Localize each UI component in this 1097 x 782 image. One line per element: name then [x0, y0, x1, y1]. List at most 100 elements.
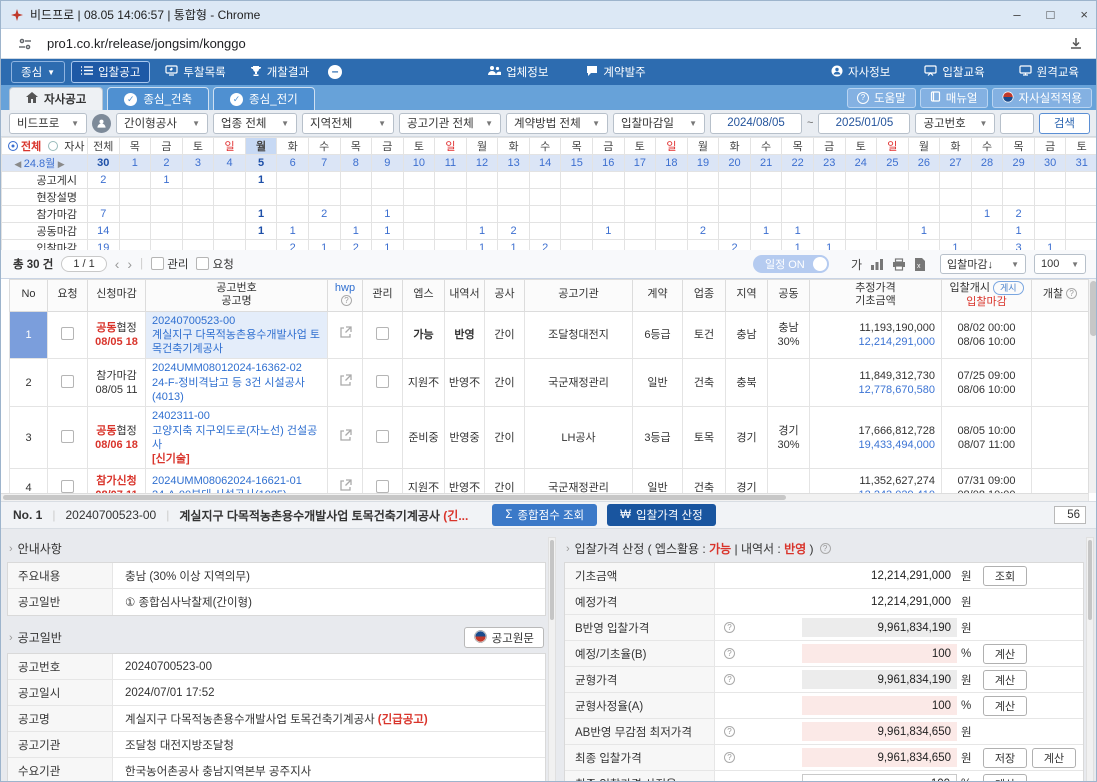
help-icon[interactable]: ?	[724, 726, 735, 737]
region-select[interactable]: 지역전체▼	[302, 113, 394, 134]
apply-performance-button[interactable]: 자사실적적용	[992, 88, 1092, 108]
row-number-cell[interactable]: 3	[10, 407, 48, 469]
day-cell[interactable]: 18	[656, 155, 688, 172]
request-checkbox[interactable]: 요청	[196, 256, 233, 272]
tab-own-notice[interactable]: 자사공고	[9, 87, 103, 110]
help-button[interactable]: ? 도움말	[847, 88, 916, 108]
column-header[interactable]: 개찰?	[1032, 280, 1089, 312]
day-cell[interactable]: 4	[214, 155, 246, 172]
nav-company-info[interactable]: 업체정보	[478, 62, 557, 82]
price-value-box[interactable]: 9,961,834,650	[802, 748, 957, 767]
day-cell[interactable]: 21	[750, 155, 782, 172]
day-cell[interactable]: 19	[687, 155, 719, 172]
maximize-button[interactable]: □	[1047, 7, 1055, 22]
price-action-button[interactable]: 계산	[1032, 748, 1076, 768]
month-nav[interactable]: ◀ 24.8월 ▶	[2, 155, 88, 172]
column-header[interactable]: 신청마감	[88, 280, 146, 312]
search-field-select[interactable]: 공고번호▼	[915, 113, 995, 134]
hwp-cell[interactable]	[328, 311, 363, 359]
manage-cell[interactable]	[363, 311, 403, 359]
day-cell[interactable]: 27	[940, 155, 972, 172]
source-select[interactable]: 비드프로▼	[9, 113, 87, 134]
horizontal-scrollbar[interactable]	[1, 493, 1088, 501]
day-cell[interactable]: 16	[593, 155, 625, 172]
day-cell[interactable]: 8	[340, 155, 372, 172]
manage-checkbox[interactable]	[376, 375, 389, 388]
notice-name-cell[interactable]: 20240700523-00계실지구 다목적농촌용수개발사업 토목건축기계공사	[146, 311, 328, 359]
day-cell[interactable]: 28	[971, 155, 1003, 172]
row-checkbox[interactable]	[61, 480, 74, 493]
user-filter-icon[interactable]	[92, 114, 111, 133]
column-header[interactable]: 지역	[726, 280, 768, 312]
radio-all[interactable]	[8, 141, 18, 151]
source-document-button[interactable]: 공고원문	[464, 627, 544, 648]
manage-checkbox[interactable]	[376, 327, 389, 340]
tab-jongsim-electric[interactable]: ✓ 종심_전기	[213, 87, 315, 110]
day-cell[interactable]: 17	[624, 155, 656, 172]
contract-method-select[interactable]: 계약방법 전체▼	[506, 113, 608, 134]
notice-name-cell[interactable]: 2402311-00고양지축 지구외도로(자노선) 건설공사[신기술]	[146, 407, 328, 469]
column-header[interactable]: 입찰개시게시입찰마감	[942, 280, 1032, 312]
column-header[interactable]: 업종	[683, 280, 726, 312]
notice-name-cell[interactable]: 2024UMM08012024-16362-0224-F-정비격납고 등 3건 …	[146, 359, 328, 407]
price-value-box[interactable]: 9,961,834,650	[802, 722, 957, 741]
help-icon[interactable]: ?	[820, 543, 831, 554]
column-header[interactable]: 계약	[633, 280, 683, 312]
site-settings-icon[interactable]	[15, 34, 35, 54]
column-header[interactable]: hwp?	[328, 280, 363, 312]
total-score-button[interactable]: Σ종합점수 조회	[492, 504, 597, 526]
price-action-button[interactable]: 계산	[983, 696, 1027, 716]
nav-bid-list[interactable]: 투찰목록	[156, 62, 234, 82]
day-cell[interactable]: 14	[529, 155, 561, 172]
work-type-select[interactable]: 간이형공사▼	[116, 113, 208, 134]
next-page-button[interactable]: ›	[127, 256, 132, 272]
search-input[interactable]	[1000, 113, 1033, 134]
price-action-button[interactable]: 계산	[983, 670, 1027, 690]
day-cell[interactable]: 13	[498, 155, 530, 172]
price-value-box[interactable]: 100	[802, 696, 957, 715]
day-cell[interactable]: 20	[719, 155, 751, 172]
row-select-cell[interactable]	[48, 359, 88, 407]
nav-my-info[interactable]: 자사정보	[822, 62, 899, 82]
close-button[interactable]: ×	[1080, 7, 1088, 22]
day-cell[interactable]: 30	[1034, 155, 1066, 172]
row-number-cell[interactable]: 2	[10, 359, 48, 407]
day-cell[interactable]: 31	[1066, 155, 1097, 172]
date-type-select[interactable]: 입찰마감일▼	[613, 113, 705, 134]
day-cell[interactable]: 26	[908, 155, 940, 172]
column-header[interactable]: 공동	[768, 280, 810, 312]
price-action-button[interactable]: 조회	[983, 566, 1027, 586]
day-cell[interactable]: 15	[561, 155, 593, 172]
hwp-cell[interactable]	[328, 407, 363, 469]
column-header[interactable]: 공사	[485, 280, 525, 312]
price-value-box[interactable]: 100	[802, 774, 957, 782]
column-header[interactable]: 내역서	[445, 280, 485, 312]
day-cell[interactable]: 7	[308, 155, 340, 172]
industry-select[interactable]: 업종 전체▼	[213, 113, 297, 134]
help-icon[interactable]: ?	[1066, 288, 1077, 299]
date-from-input[interactable]: 2024/08/05	[710, 113, 802, 134]
row-select-cell[interactable]	[48, 311, 88, 359]
count-box[interactable]: 56	[1054, 506, 1086, 524]
manage-checkbox[interactable]	[376, 480, 389, 493]
row-checkbox[interactable]	[61, 430, 74, 443]
panel-scrollbar[interactable]	[548, 537, 556, 782]
column-header[interactable]: 요청	[48, 280, 88, 312]
column-header[interactable]: No	[10, 280, 48, 312]
chart-icon[interactable]	[870, 258, 884, 271]
day-cell[interactable]: 5	[245, 155, 277, 172]
day-cell[interactable]: 6	[277, 155, 309, 172]
day-cell[interactable]: 23	[813, 155, 845, 172]
row-number-cell[interactable]: 1	[10, 311, 48, 359]
radio-own[interactable]	[48, 141, 58, 151]
price-action-button[interactable]: 계산	[983, 644, 1027, 664]
help-icon[interactable]: ?	[724, 752, 735, 763]
row-checkbox[interactable]	[61, 327, 74, 340]
column-header[interactable]: 엡스	[403, 280, 445, 312]
nav-bid-education[interactable]: 입찰교육	[915, 62, 993, 82]
print-icon[interactable]	[892, 258, 906, 271]
manage-cell[interactable]	[363, 407, 403, 469]
day-cell[interactable]: 12	[466, 155, 498, 172]
download-icon[interactable]	[1068, 36, 1084, 52]
price-action-button[interactable]: 저장	[983, 748, 1027, 768]
